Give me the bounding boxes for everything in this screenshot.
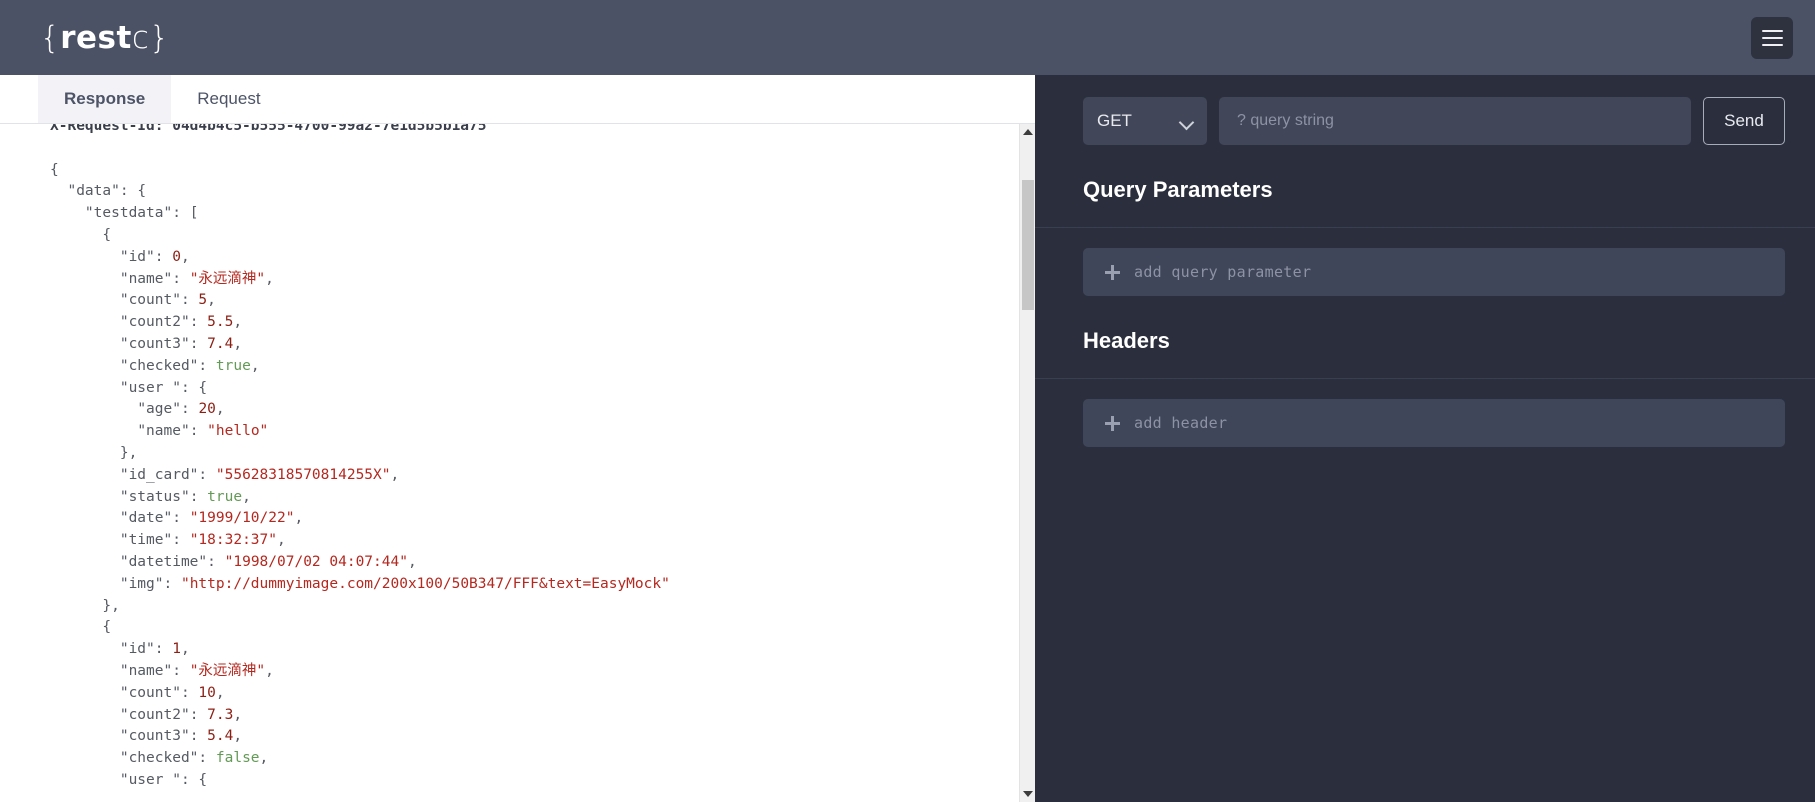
- scrollbar-thumb[interactable]: [1022, 180, 1034, 310]
- hamburger-menu-icon[interactable]: [1751, 16, 1793, 59]
- chevron-down-icon: [1180, 117, 1193, 125]
- menu-bar-2: [1761, 36, 1783, 39]
- add-header-button[interactable]: add header: [1083, 399, 1785, 447]
- plus-icon: [1105, 415, 1120, 431]
- add-query-parameter-button[interactable]: add query parameter: [1083, 248, 1785, 296]
- menu-bar-1: [1761, 29, 1783, 32]
- menu-bar-3: [1761, 43, 1783, 46]
- logo-brace-close: }: [149, 19, 170, 56]
- headers-title: Headers: [1083, 328, 1170, 353]
- scroll-down-arrow-icon[interactable]: [1020, 786, 1035, 802]
- add-query-parameter-label: add query parameter: [1134, 263, 1312, 281]
- plus-icon: [1105, 264, 1120, 280]
- headers-divider: [1035, 378, 1815, 379]
- main-body: Response Request X-Request-Id: 04d4b4c5-…: [0, 75, 1815, 802]
- query-string-input[interactable]: [1219, 97, 1691, 145]
- scroll-up-arrow-icon[interactable]: [1020, 124, 1035, 140]
- http-method-select[interactable]: GET: [1083, 97, 1207, 145]
- restc-app-window: {restc} Response Request X-Request-Id: 0…: [0, 0, 1815, 802]
- tab-request[interactable]: Request: [171, 75, 286, 123]
- query-parameters-divider: [1035, 227, 1815, 228]
- add-header-label: add header: [1134, 414, 1228, 432]
- app-logo: {restc}: [40, 20, 170, 56]
- tab-response[interactable]: Response: [38, 75, 172, 123]
- query-parameters-title: Query Parameters: [1083, 177, 1273, 202]
- response-request-tabs: Response Request: [0, 75, 1035, 124]
- response-vertical-scrollbar[interactable]: [1019, 124, 1035, 802]
- response-scroll-area[interactable]: X-Request-Id: 04d4b4c5-b555-4700-99a2-7e…: [0, 124, 1035, 802]
- logo-brace-open: {: [40, 19, 61, 56]
- response-json-body: X-Request-Id: 04d4b4c5-b555-4700-99a2-7e…: [50, 124, 1035, 792]
- response-pane: Response Request X-Request-Id: 04d4b4c5-…: [0, 75, 1035, 802]
- response-clipped-header: X-Request-Id: 04d4b4c5-b555-4700-99a2-7e…: [50, 124, 487, 134]
- request-url-row: GET Send: [1035, 75, 1815, 145]
- send-button[interactable]: Send: [1703, 97, 1785, 145]
- http-method-value: GET: [1097, 111, 1132, 130]
- request-pane: GET Send Query Parameters add query para…: [1035, 75, 1815, 802]
- response-body-wrapper: X-Request-Id: 04d4b4c5-b555-4700-99a2-7e…: [0, 124, 1035, 802]
- response-json-text: { "data": { "testdata": [ { "id": 0, "na…: [50, 161, 670, 788]
- logo-text-c: c: [131, 19, 150, 56]
- top-bar: {restc}: [0, 0, 1815, 75]
- logo-text-rest: rest: [60, 19, 132, 56]
